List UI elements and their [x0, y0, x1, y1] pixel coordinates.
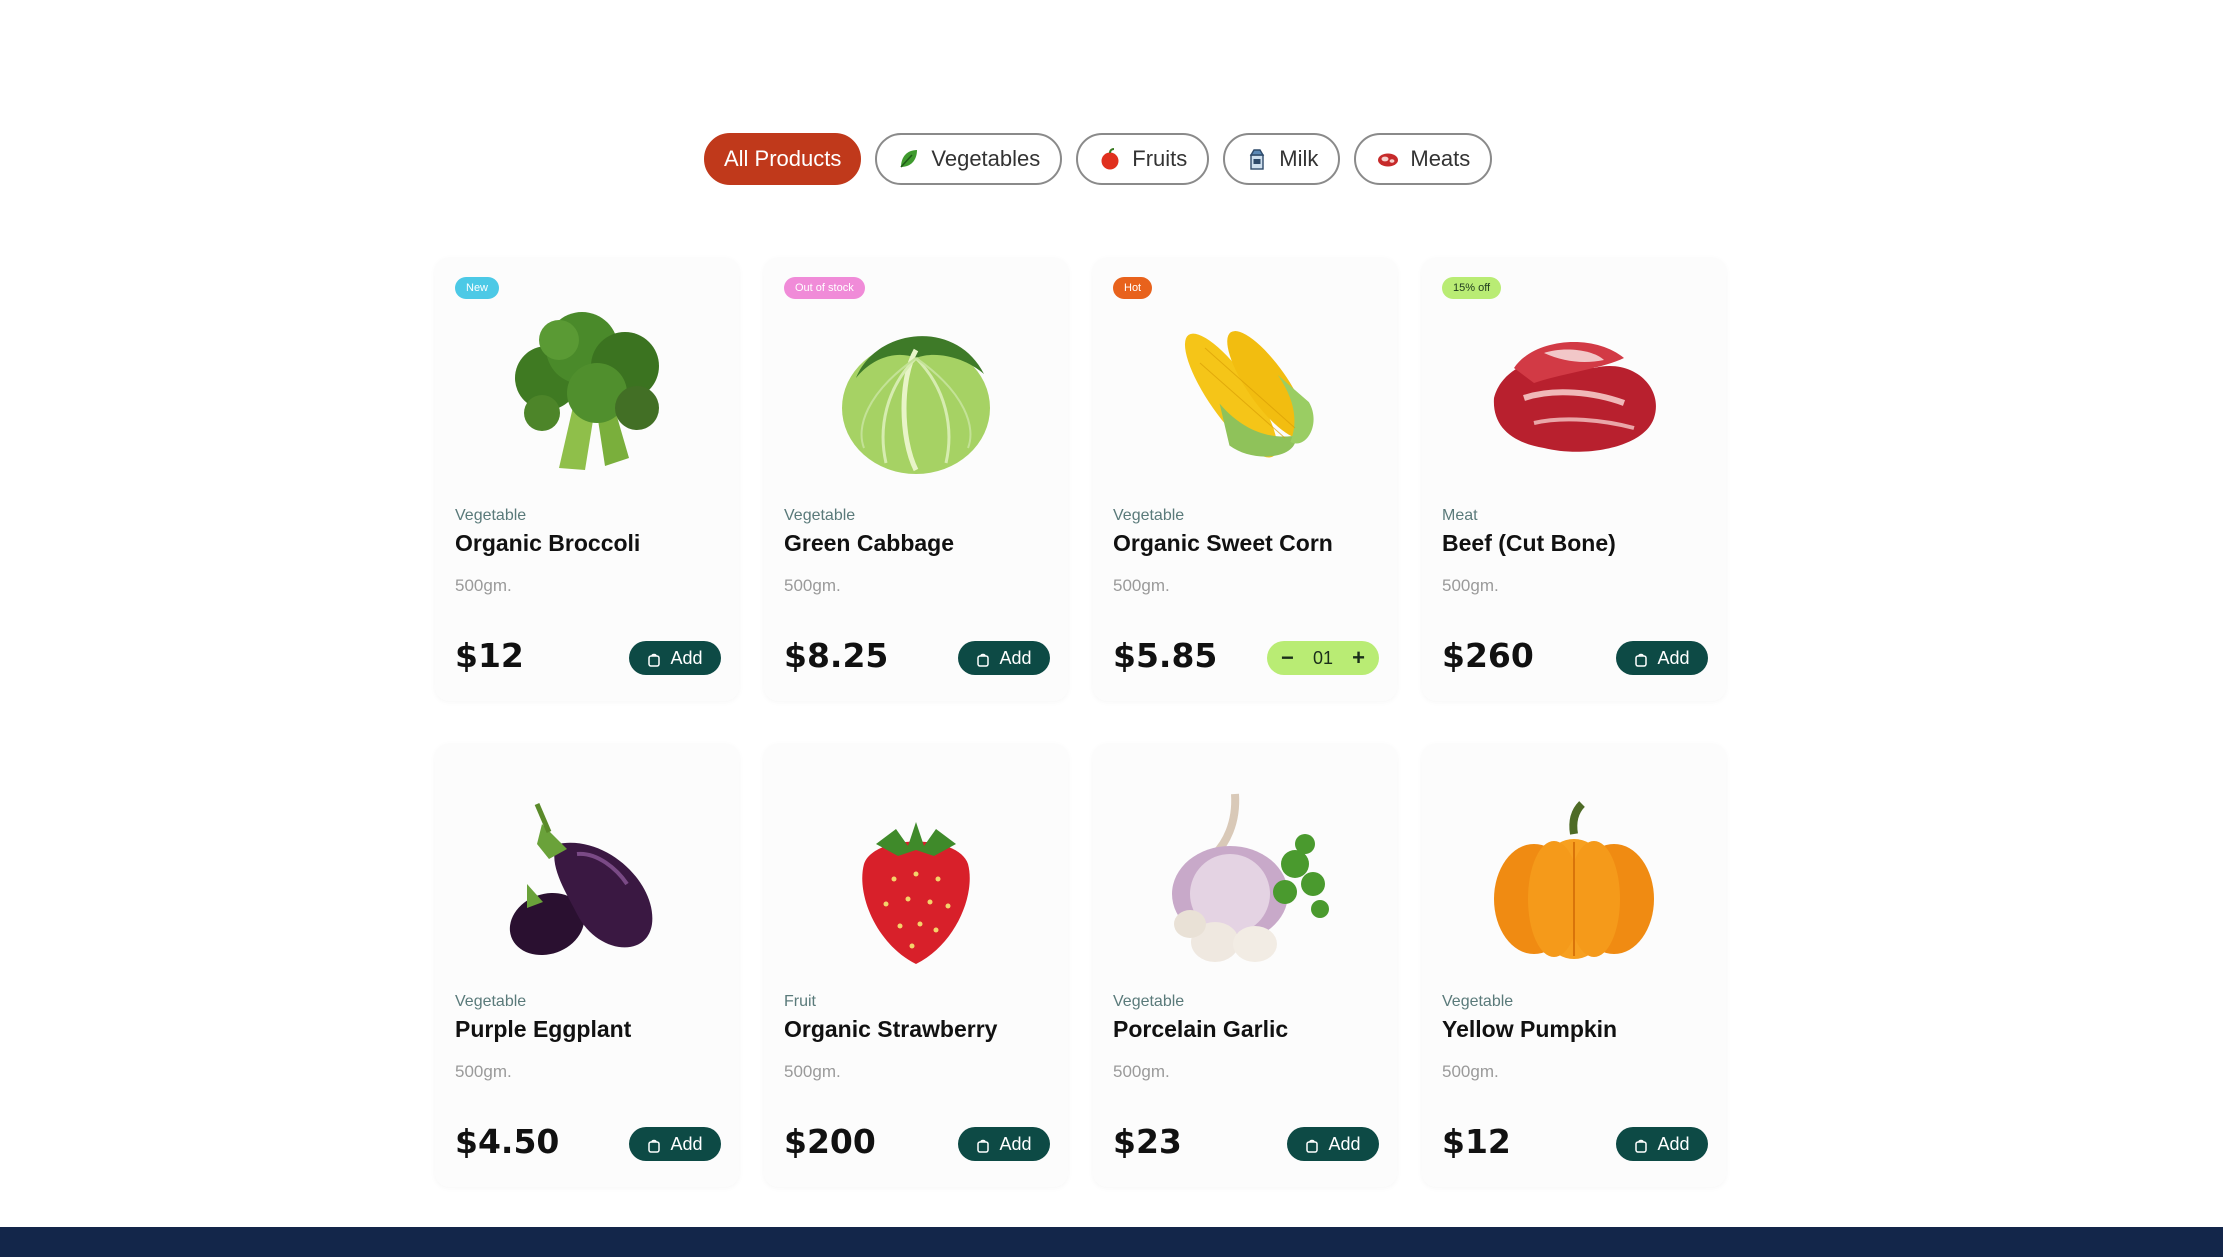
product-weight: 500gm. — [455, 576, 512, 595]
product-card[interactable]: Out of stock Vegetable Green Cabbage 500… — [764, 258, 1068, 701]
filter-label: Meats — [1410, 146, 1471, 171]
add-label: Add — [1657, 647, 1690, 668]
quantity-stepper: − 01 + — [1267, 641, 1379, 675]
product-image-pumpkin — [1474, 774, 1674, 974]
quantity-value: 01 — [1312, 647, 1334, 668]
product-weight: 500gm. — [784, 1062, 841, 1081]
filter-label: Vegetables — [931, 146, 1041, 171]
bag-icon — [1634, 1137, 1648, 1153]
product-price: $4.50 — [455, 1122, 560, 1161]
product-weight: 500gm. — [1113, 576, 1170, 595]
product-image-strawberry — [816, 774, 1016, 974]
filter-label: Milk — [1279, 146, 1319, 171]
product-image-beef — [1474, 288, 1674, 488]
increase-quantity-button[interactable]: + — [1352, 645, 1365, 671]
bag-icon — [976, 1137, 990, 1153]
product-card[interactable]: 15% off Meat Beef (Cut Bone) 500gm. $260… — [1422, 258, 1726, 701]
add-to-cart-button[interactable]: Add — [1616, 1127, 1708, 1161]
product-category: Vegetable — [455, 507, 527, 524]
product-category: Meat — [1442, 507, 1478, 524]
product-weight: 500gm. — [1113, 1062, 1170, 1081]
product-card[interactable]: Vegetable Porcelain Garlic 500gm. $23 Ad… — [1093, 744, 1397, 1187]
add-to-cart-button[interactable]: Add — [629, 641, 721, 675]
bag-icon — [1305, 1137, 1319, 1153]
product-category: Vegetable — [1113, 507, 1185, 524]
product-price: $8.25 — [784, 636, 889, 675]
product-name: Organic Broccoli — [455, 530, 641, 556]
bag-icon — [647, 1137, 661, 1153]
product-image-broccoli — [487, 288, 687, 488]
add-label: Add — [670, 647, 703, 668]
filter-label: Fruits — [1132, 146, 1188, 171]
product-image-garlic — [1145, 774, 1345, 974]
filter-milk[interactable]: Milk — [1223, 133, 1341, 185]
product-category: Fruit — [784, 993, 816, 1010]
bag-icon — [1634, 651, 1648, 667]
product-name: Organic Sweet Corn — [1113, 530, 1333, 556]
product-name: Green Cabbage — [784, 530, 954, 556]
category-filter-bar: All Products Vegetables Fruits Milk Meat… — [704, 133, 1493, 185]
product-price: $200 — [784, 1122, 876, 1161]
add-label: Add — [999, 647, 1032, 668]
filter-vegetables[interactable]: Vegetables — [875, 133, 1063, 185]
product-category: Vegetable — [1442, 993, 1514, 1010]
product-name: Yellow Pumpkin — [1442, 1016, 1618, 1042]
add-to-cart-button[interactable]: Add — [958, 1127, 1050, 1161]
product-weight: 500gm. — [455, 1062, 512, 1081]
filter-all-products[interactable]: All Products — [704, 133, 862, 185]
filter-meats[interactable]: Meats — [1354, 133, 1493, 185]
product-price: $260 — [1442, 636, 1534, 675]
filter-label: All Products — [724, 146, 842, 171]
product-category: Vegetable — [784, 507, 856, 524]
product-name: Beef (Cut Bone) — [1442, 530, 1616, 556]
add-label: Add — [999, 1133, 1032, 1154]
product-weight: 500gm. — [784, 576, 841, 595]
product-card[interactable]: Hot Vegetable Organic Sweet Corn 500gm. … — [1093, 258, 1397, 701]
add-label: Add — [1328, 1133, 1361, 1154]
product-name: Purple Eggplant — [455, 1016, 632, 1042]
product-card[interactable]: Fruit Organic Strawberry 500gm. $200 Add — [764, 744, 1068, 1187]
product-image-eggplant — [487, 774, 687, 974]
product-weight: 500gm. — [1442, 576, 1499, 595]
product-name: Porcelain Garlic — [1113, 1016, 1289, 1042]
product-card[interactable]: Vegetable Purple Eggplant 500gm. $4.50 A… — [435, 744, 739, 1187]
product-grid: New Vegetable Organic Broccoli 500gm. $1… — [435, 258, 1726, 1187]
add-to-cart-button[interactable]: Add — [1287, 1127, 1379, 1161]
product-price: $12 — [455, 636, 524, 675]
product-image-corn — [1145, 288, 1345, 488]
add-to-cart-button[interactable]: Add — [1616, 641, 1708, 675]
apple-icon — [1098, 147, 1122, 171]
milk-carton-icon — [1245, 147, 1269, 171]
product-weight: 500gm. — [1442, 1062, 1499, 1081]
product-category: Vegetable — [455, 993, 527, 1010]
product-card[interactable]: New Vegetable Organic Broccoli 500gm. $1… — [435, 258, 739, 701]
footer-bar — [0, 1227, 2223, 1257]
product-image-cabbage — [816, 288, 1016, 488]
bag-icon — [976, 651, 990, 667]
decrease-quantity-button[interactable]: − — [1281, 645, 1294, 671]
add-label: Add — [1657, 1133, 1690, 1154]
product-category: Vegetable — [1113, 993, 1185, 1010]
add-to-cart-button[interactable]: Add — [629, 1127, 721, 1161]
product-price: $23 — [1113, 1122, 1182, 1161]
bag-icon — [647, 651, 661, 667]
product-price: $5.85 — [1113, 636, 1218, 675]
meat-icon — [1376, 147, 1400, 171]
product-price: $12 — [1442, 1122, 1511, 1161]
add-label: Add — [670, 1133, 703, 1154]
add-to-cart-button[interactable]: Add — [958, 641, 1050, 675]
leaf-icon — [897, 147, 921, 171]
filter-fruits[interactable]: Fruits — [1076, 133, 1210, 185]
product-name: Organic Strawberry — [784, 1016, 998, 1042]
product-card[interactable]: Vegetable Yellow Pumpkin 500gm. $12 Add — [1422, 744, 1726, 1187]
